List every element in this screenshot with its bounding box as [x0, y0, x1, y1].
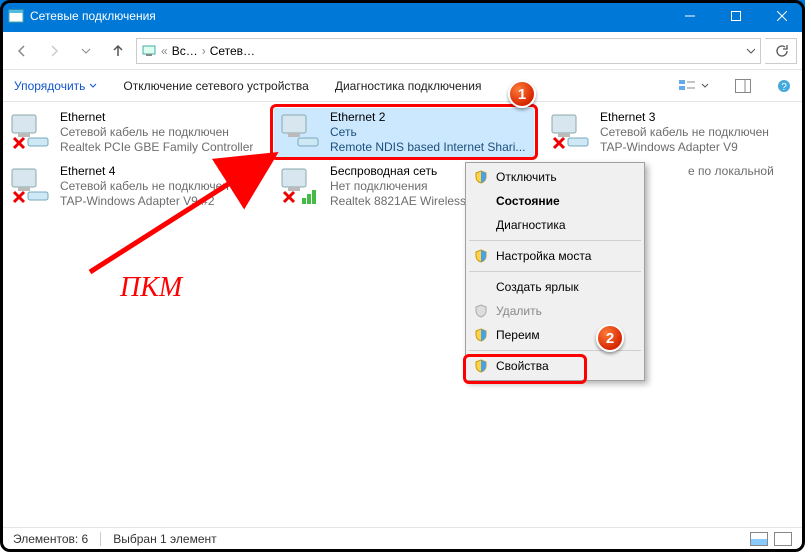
up-button[interactable]: [104, 37, 132, 65]
breadcrumb[interactable]: « Вс… › Сетев…: [136, 38, 761, 64]
minimize-button[interactable]: [667, 0, 713, 32]
menu-status[interactable]: Состояние: [468, 189, 642, 213]
back-button[interactable]: [8, 37, 36, 65]
menu-disable[interactable]: Отключить: [468, 165, 642, 189]
forward-button[interactable]: [40, 37, 68, 65]
adapter-icon: [278, 110, 322, 154]
view-options-button[interactable]: [673, 75, 715, 97]
window-title: Сетевые подключения: [30, 9, 156, 23]
title-bar: Сетевые подключения: [0, 0, 805, 32]
disable-device-button[interactable]: Отключение сетевого устройства: [117, 75, 314, 97]
recent-button[interactable]: [72, 37, 100, 65]
badge-1: 1: [508, 80, 536, 108]
preview-pane-button[interactable]: [729, 75, 757, 97]
connection-item[interactable]: Ethernet 3Сетевой кабель не подключенTAP…: [544, 108, 804, 158]
rmb-label: ПКМ: [120, 272, 182, 304]
connection-item-selected[interactable]: Ethernet 2СетьRemote NDIS based Internet…: [274, 108, 534, 158]
adapter-icon: [8, 164, 52, 208]
status-bar: Элементов: 6 Выбран 1 элемент: [3, 527, 802, 549]
address-bar: « Вс… › Сетев…: [0, 32, 805, 70]
close-button[interactable]: [759, 0, 805, 32]
status-count: Элементов: 6: [13, 532, 88, 546]
details-view-button[interactable]: [750, 532, 768, 546]
shield-icon: [474, 328, 488, 342]
adapter-icon: [548, 110, 592, 154]
refresh-button[interactable]: [765, 38, 797, 64]
menu-bridge[interactable]: Настройка моста: [468, 244, 642, 268]
large-icons-view-button[interactable]: [774, 532, 792, 546]
status-selected: Выбран 1 элемент: [113, 532, 216, 546]
connection-item[interactable]: EthernetСетевой кабель не подключенRealt…: [4, 108, 264, 158]
organize-button[interactable]: Упорядочить: [8, 75, 103, 97]
shield-icon: [474, 170, 488, 184]
diagnose-button[interactable]: Диагностика подключения: [329, 75, 488, 97]
connections-view: EthernetСетевой кабель не подключенRealt…: [0, 102, 805, 524]
chevron-down-icon[interactable]: [746, 46, 756, 56]
toolbar: Упорядочить Отключение сетевого устройст…: [0, 70, 805, 102]
window-icon: [8, 8, 24, 24]
adapter-icon: [8, 110, 52, 154]
shield-icon: [474, 249, 488, 263]
shield-icon: [474, 304, 488, 318]
connection-item-partial[interactable]: е по локальной: [684, 162, 794, 212]
svg-text:?: ?: [781, 82, 787, 93]
help-button[interactable]: ?: [771, 75, 797, 97]
maximize-button[interactable]: [713, 0, 759, 32]
wifi-adapter-icon: [278, 164, 322, 208]
menu-properties[interactable]: Свойства: [468, 354, 642, 378]
badge-2: 2: [596, 324, 624, 352]
menu-delete: Удалить: [468, 299, 642, 323]
menu-diagnostics[interactable]: Диагностика: [468, 213, 642, 237]
network-icon: [141, 44, 157, 58]
menu-shortcut[interactable]: Создать ярлык: [468, 275, 642, 299]
connection-item[interactable]: Ethernet 4Сетевой кабель не подключенTAP…: [4, 162, 264, 212]
shield-icon: [474, 359, 488, 373]
